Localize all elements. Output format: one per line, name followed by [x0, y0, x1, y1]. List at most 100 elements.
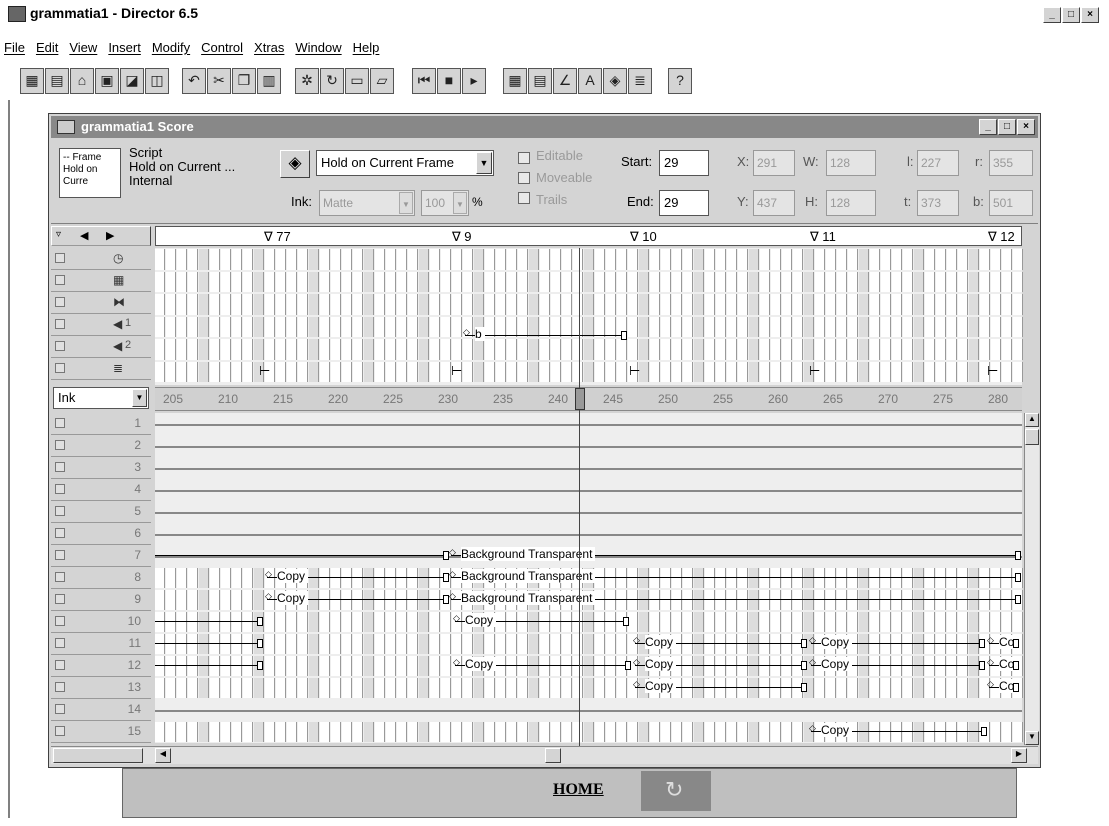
frame-cell[interactable]: [705, 294, 715, 315]
frame-cell[interactable]: [716, 722, 726, 742]
frame-cell[interactable]: [694, 612, 704, 632]
frame-cell[interactable]: [276, 339, 286, 360]
frame-cell[interactable]: [507, 294, 517, 315]
frame-cell[interactable]: [155, 271, 165, 292]
frame-cell[interactable]: [309, 590, 319, 610]
frame-cell[interactable]: [870, 316, 880, 337]
frame-cell[interactable]: [782, 316, 792, 337]
frame-cell[interactable]: [210, 568, 220, 588]
sprite-copy[interactable]: Copy: [465, 613, 497, 627]
frame-cell[interactable]: [540, 722, 550, 742]
frame-cell[interactable]: [958, 678, 968, 698]
frame-cell[interactable]: [980, 294, 990, 315]
frame-cell[interactable]: [870, 722, 880, 742]
frame-cell[interactable]: [848, 339, 858, 360]
frame-cell[interactable]: [804, 568, 814, 588]
frame-cell[interactable]: [155, 294, 165, 315]
frame-cell[interactable]: [738, 590, 748, 610]
frame-cell[interactable]: [936, 634, 946, 654]
frame-cell[interactable]: [738, 339, 748, 360]
frame-cell[interactable]: [287, 612, 297, 632]
frame-cell[interactable]: [705, 634, 715, 654]
frame-cell[interactable]: [815, 590, 825, 610]
help-pointer-icon[interactable]: ?: [668, 68, 692, 94]
frame-cell[interactable]: [507, 339, 517, 360]
frame-cell[interactable]: [661, 361, 671, 382]
frame-cell[interactable]: [518, 612, 528, 632]
frame-cell[interactable]: [1013, 271, 1023, 292]
frame-cell[interactable]: [1002, 271, 1012, 292]
frame-cell[interactable]: [397, 678, 407, 698]
frame-cell[interactable]: [727, 361, 737, 382]
frame-cell[interactable]: [815, 568, 825, 588]
frame-cell[interactable]: [815, 612, 825, 632]
sprite-end-marker[interactable]: [257, 661, 263, 670]
frame-cell[interactable]: [188, 678, 198, 698]
frame-cell[interactable]: [265, 722, 275, 742]
frame-cell[interactable]: [309, 656, 319, 676]
frame-cell[interactable]: [309, 271, 319, 292]
marker-menu-icon[interactable]: ▿: [56, 229, 61, 240]
frame-cell[interactable]: [276, 722, 286, 742]
frame-cell[interactable]: [529, 339, 539, 360]
frame-cell[interactable]: [584, 316, 594, 337]
frame-cell[interactable]: [254, 568, 264, 588]
frame-cell[interactable]: [364, 271, 374, 292]
sprite-copy[interactable]: Copy: [645, 657, 677, 671]
frame-cell[interactable]: [936, 249, 946, 270]
frame-cell[interactable]: [661, 316, 671, 337]
frame-cell[interactable]: [749, 590, 759, 610]
frame-cell[interactable]: [408, 634, 418, 654]
frame-cell[interactable]: [364, 612, 374, 632]
frame-cell[interactable]: [265, 271, 275, 292]
frame-cell[interactable]: [496, 612, 506, 632]
frame-cell[interactable]: [969, 634, 979, 654]
frame-cell[interactable]: [298, 316, 308, 337]
frame-cell[interactable]: [309, 339, 319, 360]
frame-cell[interactable]: [815, 316, 825, 337]
frame-cell[interactable]: [617, 722, 627, 742]
frame-cell[interactable]: [507, 612, 517, 632]
open-icon[interactable]: ⌂: [70, 68, 94, 94]
frame-cell[interactable]: [683, 316, 693, 337]
frame-cell[interactable]: [958, 316, 968, 337]
frame-cell[interactable]: [892, 339, 902, 360]
frame-cell[interactable]: [562, 656, 572, 676]
script-frame-icon[interactable]: ⊢: [451, 363, 462, 379]
frame-cell[interactable]: [441, 294, 451, 315]
frame-cell[interactable]: [375, 294, 385, 315]
frame-cell[interactable]: [705, 249, 715, 270]
frame-cell[interactable]: [188, 590, 198, 610]
frame-cell[interactable]: [793, 361, 803, 382]
frame-cell[interactable]: [232, 249, 242, 270]
channel-mute-toggle[interactable]: [55, 506, 65, 516]
frame-cell[interactable]: [265, 294, 275, 315]
sprite-end-marker[interactable]: [621, 331, 627, 340]
sprite-b-span[interactable]: [465, 335, 627, 336]
frame-cell[interactable]: [694, 294, 704, 315]
horizontal-scrollbar[interactable]: ◀ ▶: [51, 746, 1038, 764]
frame-cell[interactable]: [606, 612, 616, 632]
frame-cell[interactable]: [188, 339, 198, 360]
frame-cell[interactable]: [881, 249, 891, 270]
channel-mute-toggle[interactable]: [55, 418, 65, 428]
frame-cell[interactable]: [210, 316, 220, 337]
frame-cell[interactable]: [749, 722, 759, 742]
frame-cell[interactable]: [694, 568, 704, 588]
frame-cell[interactable]: [540, 249, 550, 270]
frame-cell[interactable]: [199, 722, 209, 742]
frame-cell[interactable]: [903, 612, 913, 632]
frame-cell[interactable]: [606, 590, 616, 610]
frame-cell[interactable]: [870, 361, 880, 382]
frame-cell[interactable]: [1002, 361, 1012, 382]
frame-cell[interactable]: [727, 634, 737, 654]
frame-cell[interactable]: [584, 656, 594, 676]
frame-cell[interactable]: [430, 590, 440, 610]
frame-cell[interactable]: [353, 568, 363, 588]
blend-dropdown[interactable]: 100 ▼: [421, 190, 469, 216]
frame-cell[interactable]: [210, 678, 220, 698]
frame-cell[interactable]: [551, 271, 561, 292]
frame-cell[interactable]: [430, 316, 440, 337]
frame-cell[interactable]: [254, 271, 264, 292]
frame-cell[interactable]: [496, 656, 506, 676]
